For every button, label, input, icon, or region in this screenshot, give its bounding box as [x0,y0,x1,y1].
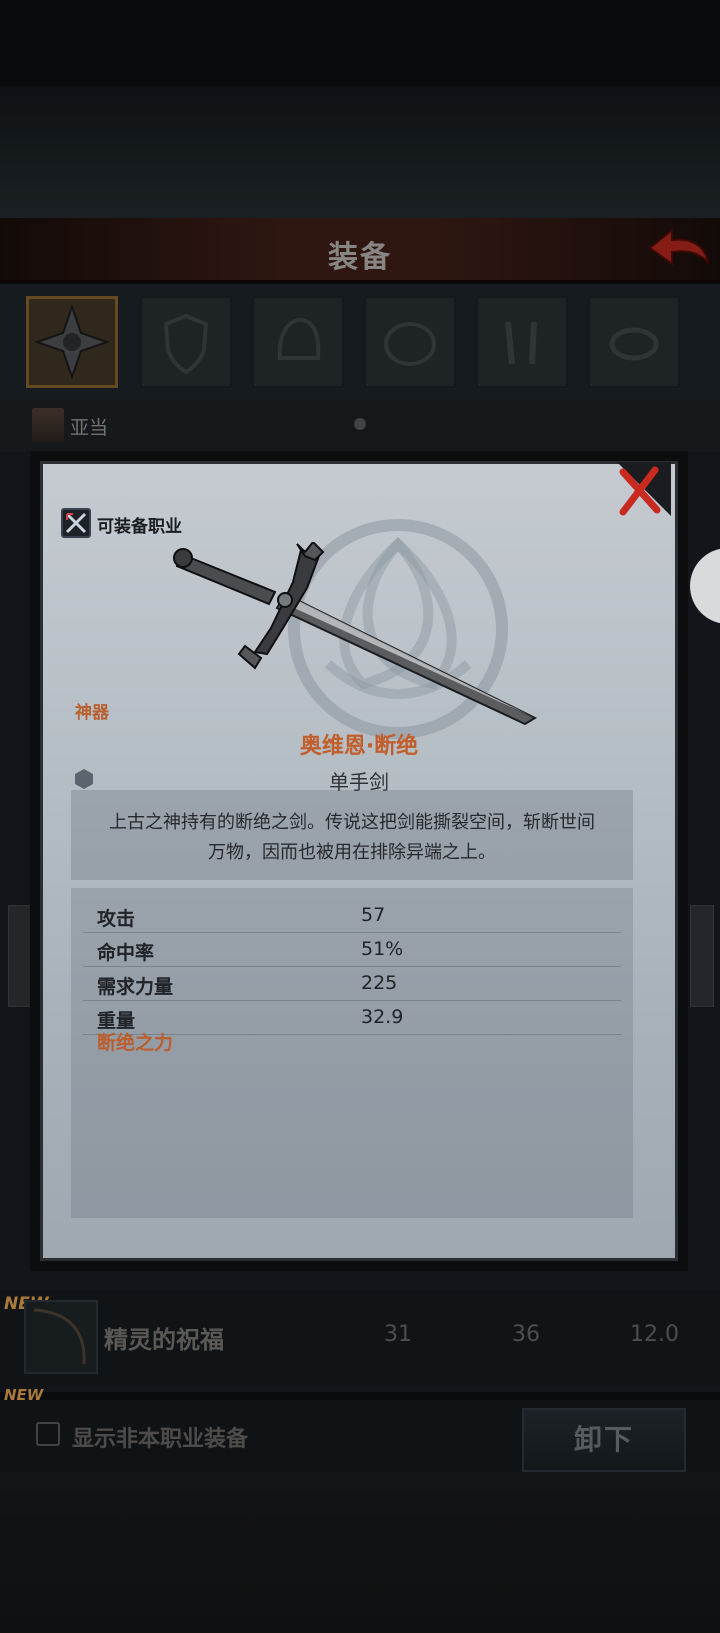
avatar[interactable] [32,408,64,442]
slot-helmet[interactable] [252,296,344,388]
weapon-slot-icon [33,303,111,381]
class-label[interactable]: 可装备职业 [97,512,182,537]
slot-ring[interactable] [588,296,680,388]
slot-gloves[interactable] [476,296,568,388]
character-name: 亚当 [70,417,109,439]
item-stats: 攻击 57 命中率 51% 需求力量 225 重量 32.9 断绝之力 [71,888,633,1218]
background-bottom [0,1472,720,1633]
slot-weapon[interactable] [26,296,118,388]
bottom-bar: 显示非本职业装备 卸下 [0,1400,720,1472]
background-top [0,86,720,220]
item-stat-hit: 36 [512,1322,540,1347]
item-stat-attack: 31 [384,1322,412,1347]
stat-value: 32.9 [361,1006,404,1028]
side-panel-hint-right [690,905,714,1007]
armor-icon [384,322,436,366]
sword-icon [173,542,538,726]
item-detail-modal: 可装备职业 神器 奥维恩·断绝 单手剑 上古之神持有的断绝之剑。传说这把剑能撕裂… [30,451,688,1271]
title-bar: 装备 [0,218,720,283]
shield-icon [163,313,209,375]
equipment-screen: 装备 亚当 精灵的祝福 31 36 12.0 NEW 显示非本职业装备 卸下 可… [0,0,720,1633]
item-detail-panel: 可装备职业 神器 奥维恩·断绝 单手剑 上古之神持有的断绝之剑。传说这把剑能撕裂… [40,461,678,1261]
item-description: 上古之神持有的断绝之剑。传说这把剑能撕裂空间，斩断世间万物，因而也被用在排除异端… [71,790,633,880]
slot-shield[interactable] [140,296,232,388]
stat-label: 命中率 [97,942,155,964]
page-indicator-dot [354,418,366,430]
stat-row-hit-rate: 命中率 51% [83,932,621,967]
rarity-label: 神器 [75,703,109,723]
back-arrow-icon[interactable] [646,226,710,272]
item-name-title: 奥维恩·断绝 [299,734,419,759]
side-panel-hint-left [8,905,32,1007]
helmet-icon [277,317,321,360]
bow-icon [33,1308,86,1365]
class-badge [61,508,91,538]
item-stat-weight: 12.0 [630,1322,679,1347]
unequip-button[interactable]: 卸下 [522,1408,686,1472]
stat-row-strength-req: 需求力量 225 [83,966,621,1001]
class-swords-icon [65,512,87,534]
close-icon[interactable] [607,462,671,522]
page-title: 装备 [328,240,392,275]
equipment-slot-row [0,284,720,400]
stat-row-attack: 攻击 57 [83,898,621,933]
slot-armor[interactable] [364,296,456,388]
stat-value: 51% [361,938,404,960]
show-other-class-checkbox[interactable] [36,1422,60,1446]
stat-label: 需求力量 [97,976,174,998]
show-other-class-label: 显示非本职业装备 [72,1427,249,1452]
stat-value: 225 [361,972,398,994]
gloves-icon [505,321,537,365]
ring-icon [609,327,659,361]
stat-value: 57 [361,904,386,926]
item-name: 精灵的祝福 [104,1326,224,1354]
item-thumbnail [24,1300,98,1374]
list-item[interactable]: NEW 精灵的祝福 31 36 12.0 NEW [0,1290,720,1404]
special-skill[interactable]: 断绝之力 [97,1028,173,1055]
stat-label: 攻击 [97,908,136,930]
